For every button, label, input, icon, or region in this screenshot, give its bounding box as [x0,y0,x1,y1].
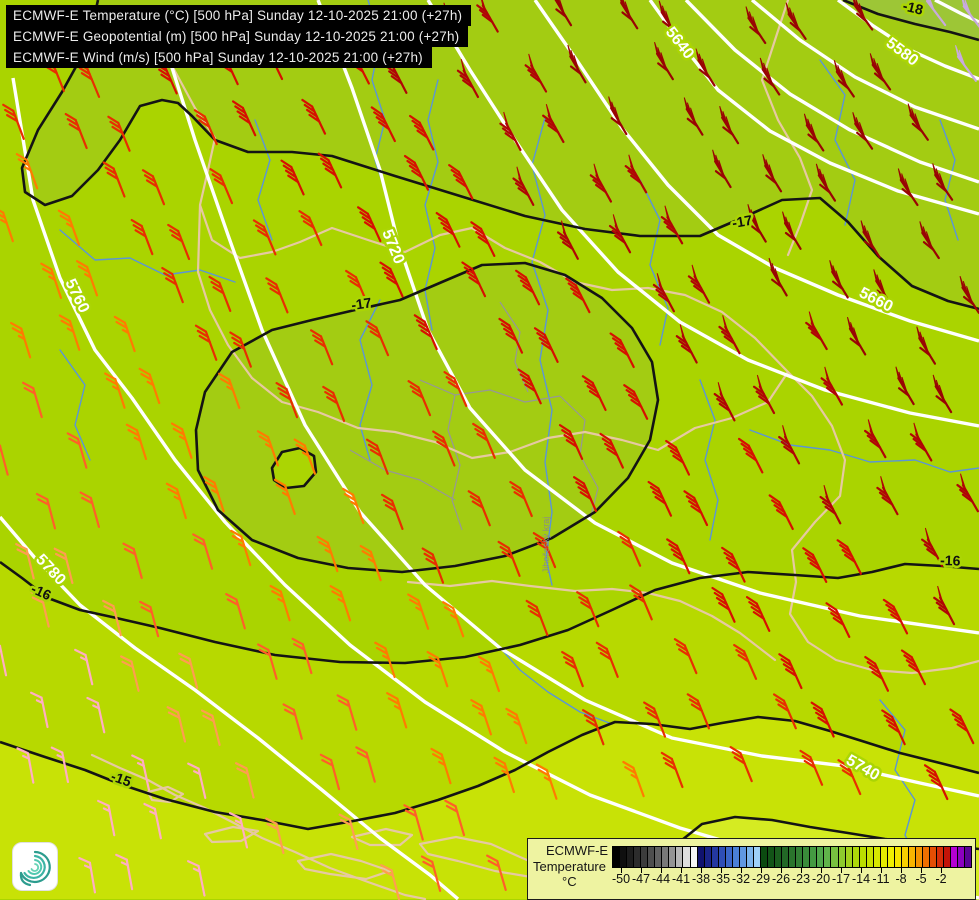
legend-color-cell [627,847,635,867]
legend-color-cell [817,847,825,867]
legend-color-cell [782,847,790,867]
legend-color-cell [662,847,670,867]
legend-color-cell [845,847,853,867]
legend-color-cell [669,847,677,867]
legend-color-cell [634,847,642,867]
legend-color-cell [768,847,776,867]
legend-model-name: ECMWF-E [546,843,609,858]
legend-color-cell [866,847,874,867]
title-block: ECMWF-E Temperature (°C) [500 hPa] Sunda… [6,5,472,68]
legend-color-cell [852,847,860,867]
legend-color-cell [930,847,938,867]
legend-color-cell [620,847,628,867]
legend-color-cell [887,847,895,867]
legend-color-cell [838,847,846,867]
legend-color-cell [951,847,959,867]
legend-color-cell [711,847,719,867]
legend-color-cell [810,847,818,867]
legend-color-cell [859,847,867,867]
title-line-wind: ECMWF-E Wind (m/s) [500 hPa] Sunday 12-1… [6,47,432,68]
legend-color-cell [739,847,747,867]
legend-color-cell [746,847,754,867]
title-line-temperature: ECMWF-E Temperature (°C) [500 hPa] Sunda… [6,5,472,26]
legend-color-cell [648,847,656,867]
legend-color-cell [704,847,712,867]
legend-color-cell [824,847,832,867]
legend-color-cell [937,847,945,867]
legend-color-cell [873,847,881,867]
legend-labels: ECMWF-E Temperature °C [532,843,614,890]
legend-parameter-name: Temperature [533,858,606,874]
legend-color-cell [880,847,888,867]
legend-color-cell [923,847,931,867]
legend-color-cell [683,847,691,867]
legend-color-cell [944,847,952,867]
legend-color-bar [612,846,972,868]
legend-color-cell [789,847,797,867]
legend-color-cell [831,847,839,867]
temperature-label: -16 [940,552,961,569]
legend-color-cell [613,847,621,867]
legend-color-cell [676,847,684,867]
legend-color-cell [697,847,705,867]
region-label: Jihočeský kraj [541,517,551,574]
legend-color-cell [760,847,769,867]
temperature-legend: ECMWF-E Temperature °C -50 -47 -44 -41 -38 -3… [527,838,976,900]
legend-color-cell [965,847,972,867]
legend-color-cell [916,847,924,867]
site-logo [12,842,58,891]
legend-color-cell [718,847,726,867]
legend-color-cell [894,847,902,867]
weather-map-page: 5580 5640 5660 5720 5740 5760 5780 -18 -17 -17 -16… [0,0,979,900]
temperature-label: -17 [350,294,372,313]
legend-color-cell [655,847,663,867]
legend-color-cell [725,847,733,867]
legend-color-cell [732,847,740,867]
legend-tick-value: -2 [935,872,947,886]
legend-color-cell [796,847,804,867]
legend-color-cell [901,847,909,867]
legend-color-cell [775,847,783,867]
spiral-logo-icon [19,850,51,887]
legend-color-cell [641,847,649,867]
legend-color-cell [753,847,761,867]
title-line-geopotential: ECMWF-E Geopotential (m) [500 hPa] Sunda… [6,26,469,47]
legend-color-cell [803,847,811,867]
weather-map: 5580564056605720574057605780-18-17-17-16… [0,0,979,900]
legend-color-cell [690,847,698,867]
legend-color-cell [908,847,917,867]
legend-color-cell [958,847,966,867]
